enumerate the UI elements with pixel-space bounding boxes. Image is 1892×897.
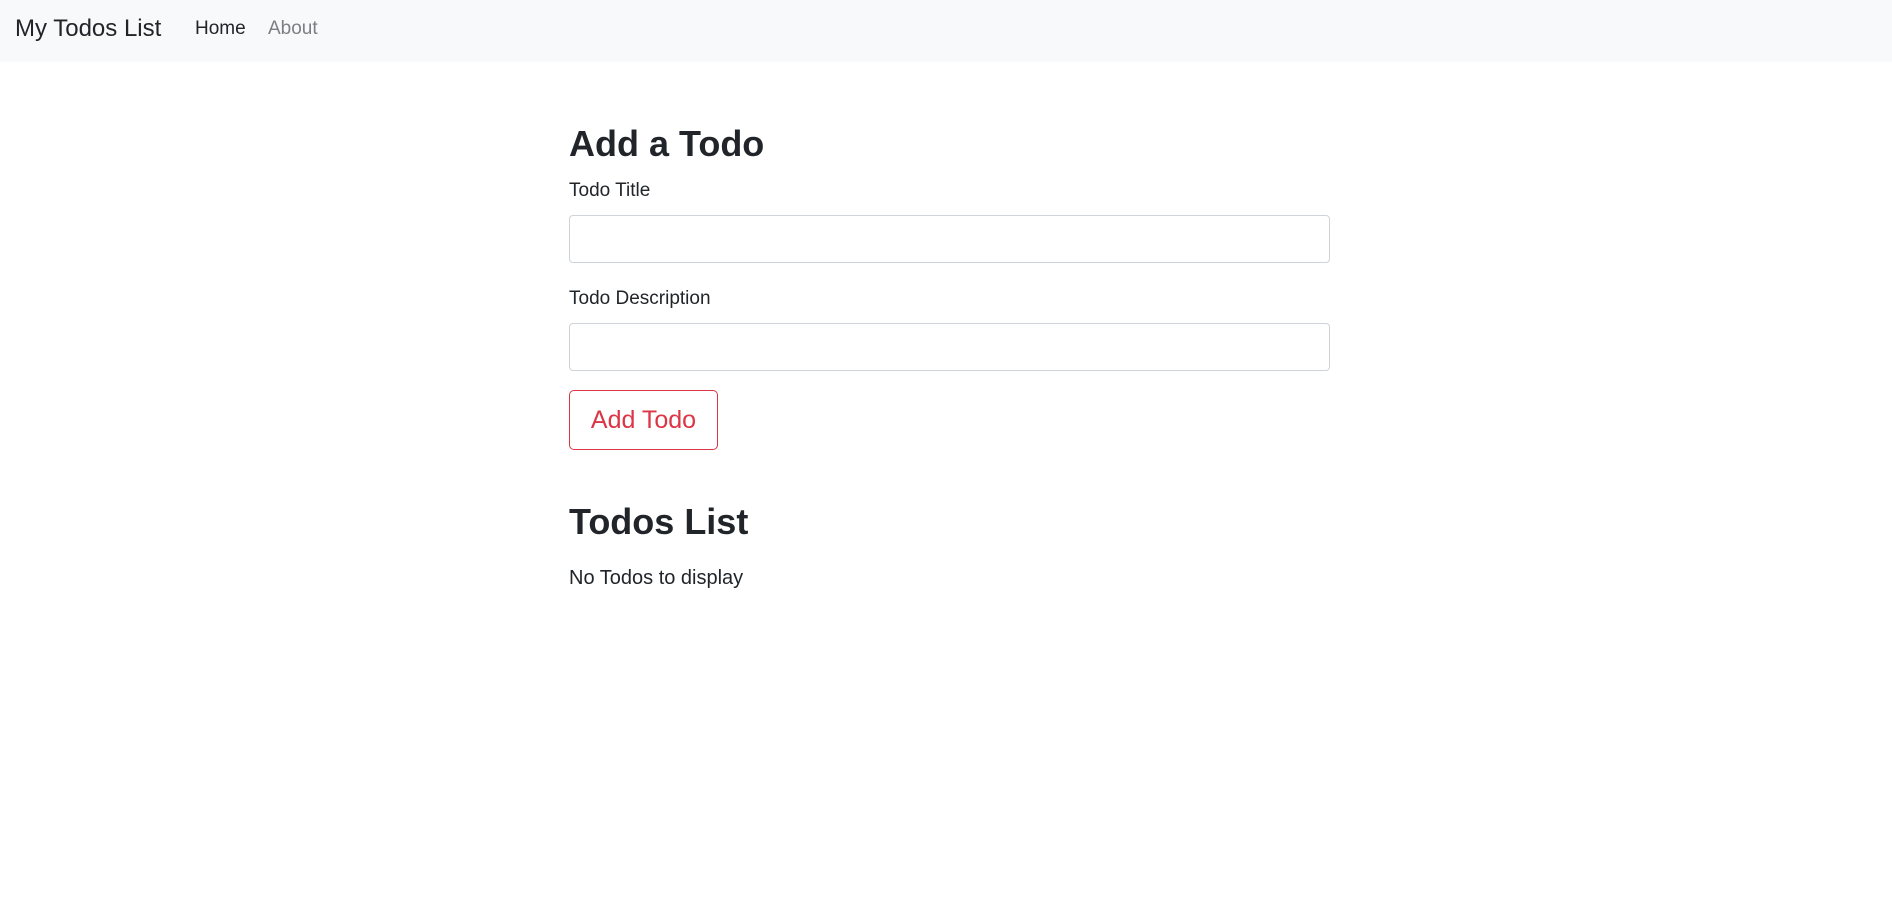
nav-link-about[interactable]: About bbox=[268, 17, 318, 41]
empty-list-message: No Todos to display bbox=[569, 567, 744, 589]
navbar: My Todos List Home About bbox=[0, 0, 1892, 62]
add-todo-heading: Add a Todo bbox=[569, 123, 765, 164]
todo-title-label: Todo Title bbox=[569, 180, 651, 201]
nav-link-home[interactable]: Home bbox=[195, 17, 246, 41]
navbar-brand[interactable]: My Todos List bbox=[15, 14, 161, 44]
todo-description-label: Todo Description bbox=[569, 288, 711, 309]
add-todo-button[interactable]: Add Todo bbox=[569, 390, 718, 450]
todo-title-input[interactable] bbox=[569, 215, 1330, 263]
todo-description-input[interactable] bbox=[569, 323, 1330, 371]
todos-list-heading: Todos List bbox=[569, 501, 749, 542]
